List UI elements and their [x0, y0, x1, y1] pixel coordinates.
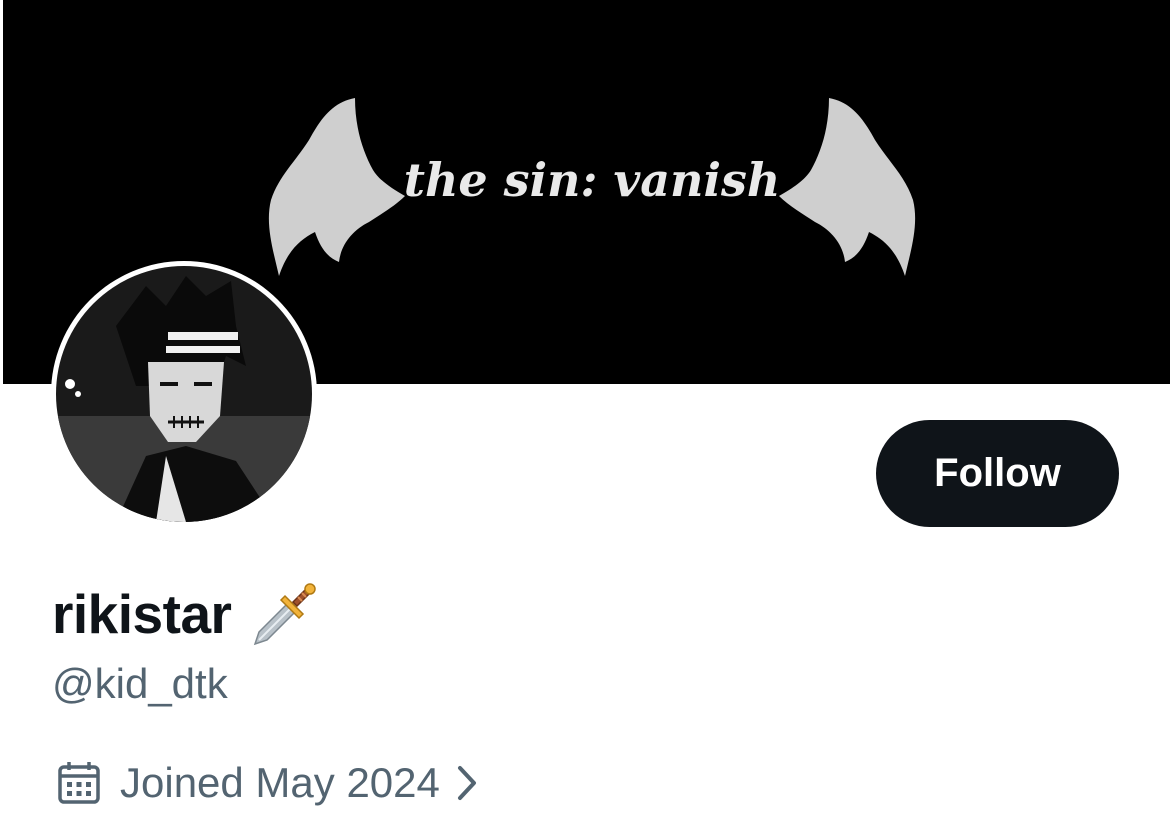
joined-date-row[interactable]: Joined May 2024	[56, 755, 482, 811]
right-wing-shape	[779, 98, 916, 276]
avatar-image	[56, 266, 312, 522]
calendar-icon	[56, 760, 102, 806]
follow-button[interactable]: Follow	[876, 420, 1119, 527]
display-name-row: rikistar	[52, 578, 321, 650]
chevron-right-icon	[454, 762, 482, 804]
joined-date-text: Joined May 2024	[120, 759, 440, 806]
avatar[interactable]	[51, 261, 317, 527]
dagger-icon	[249, 578, 321, 650]
left-wing-shape	[268, 98, 405, 276]
user-handle: @kid_dtk	[52, 660, 228, 707]
banner-title: the sin: vanish	[404, 153, 781, 207]
display-name: rikistar	[52, 583, 232, 645]
